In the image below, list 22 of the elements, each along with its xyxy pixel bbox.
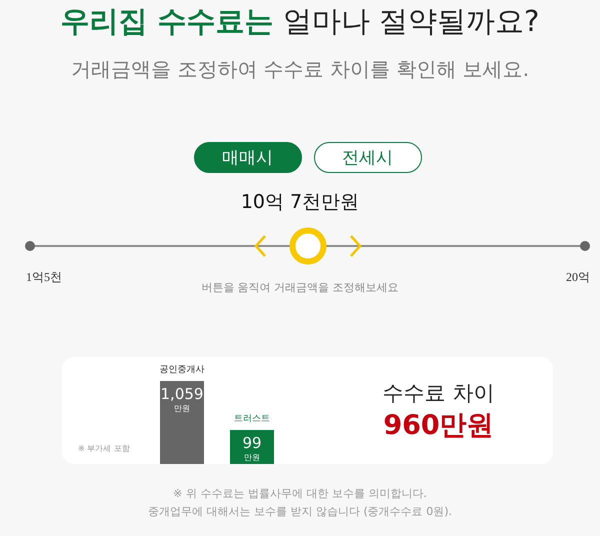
track-end-dot bbox=[25, 241, 35, 251]
bar-unit: 만원 bbox=[174, 403, 190, 414]
bar-value: 1,059 bbox=[160, 385, 204, 403]
bar-label: 공인중개사 bbox=[160, 364, 204, 376]
difference-value: 960만원 bbox=[383, 408, 494, 442]
difference-label: 수수료 차이 bbox=[382, 380, 494, 406]
deal-type-tab[interactable]: 매매시 bbox=[194, 142, 302, 173]
track-end-dot bbox=[580, 241, 590, 251]
bar-label: 트러스트 bbox=[234, 413, 270, 425]
price-value: 10억 7천만원 bbox=[240, 190, 360, 215]
vat-note: ※ 부가세 포함 bbox=[78, 443, 130, 454]
page-subtitle: 거래금액을 조정하여 수수료 차이를 확인해 보세요. bbox=[70, 56, 530, 83]
footnote: ※ 위 수수료는 법률사무에 대한 보수를 의미합니다. bbox=[173, 486, 427, 501]
deal-type-tab[interactable]: 전세시 bbox=[314, 142, 422, 173]
bar-unit: 만원 bbox=[244, 452, 260, 463]
max-label: 20억 bbox=[566, 269, 590, 286]
footnote: 중개업무에 대해서는 보수를 받지 않습니다 (중개수수료 0원). bbox=[148, 504, 452, 519]
slider-hint: 버튼을 움직여 거래금액을 조정해보세요 bbox=[200, 280, 400, 295]
slider-thumb[interactable] bbox=[252, 226, 362, 266]
bar-value: 99 bbox=[242, 434, 262, 452]
min-label: 1억5천 bbox=[26, 269, 62, 286]
page-title: 우리집 수수료는 얼마나 절약될까요? bbox=[60, 3, 540, 40]
